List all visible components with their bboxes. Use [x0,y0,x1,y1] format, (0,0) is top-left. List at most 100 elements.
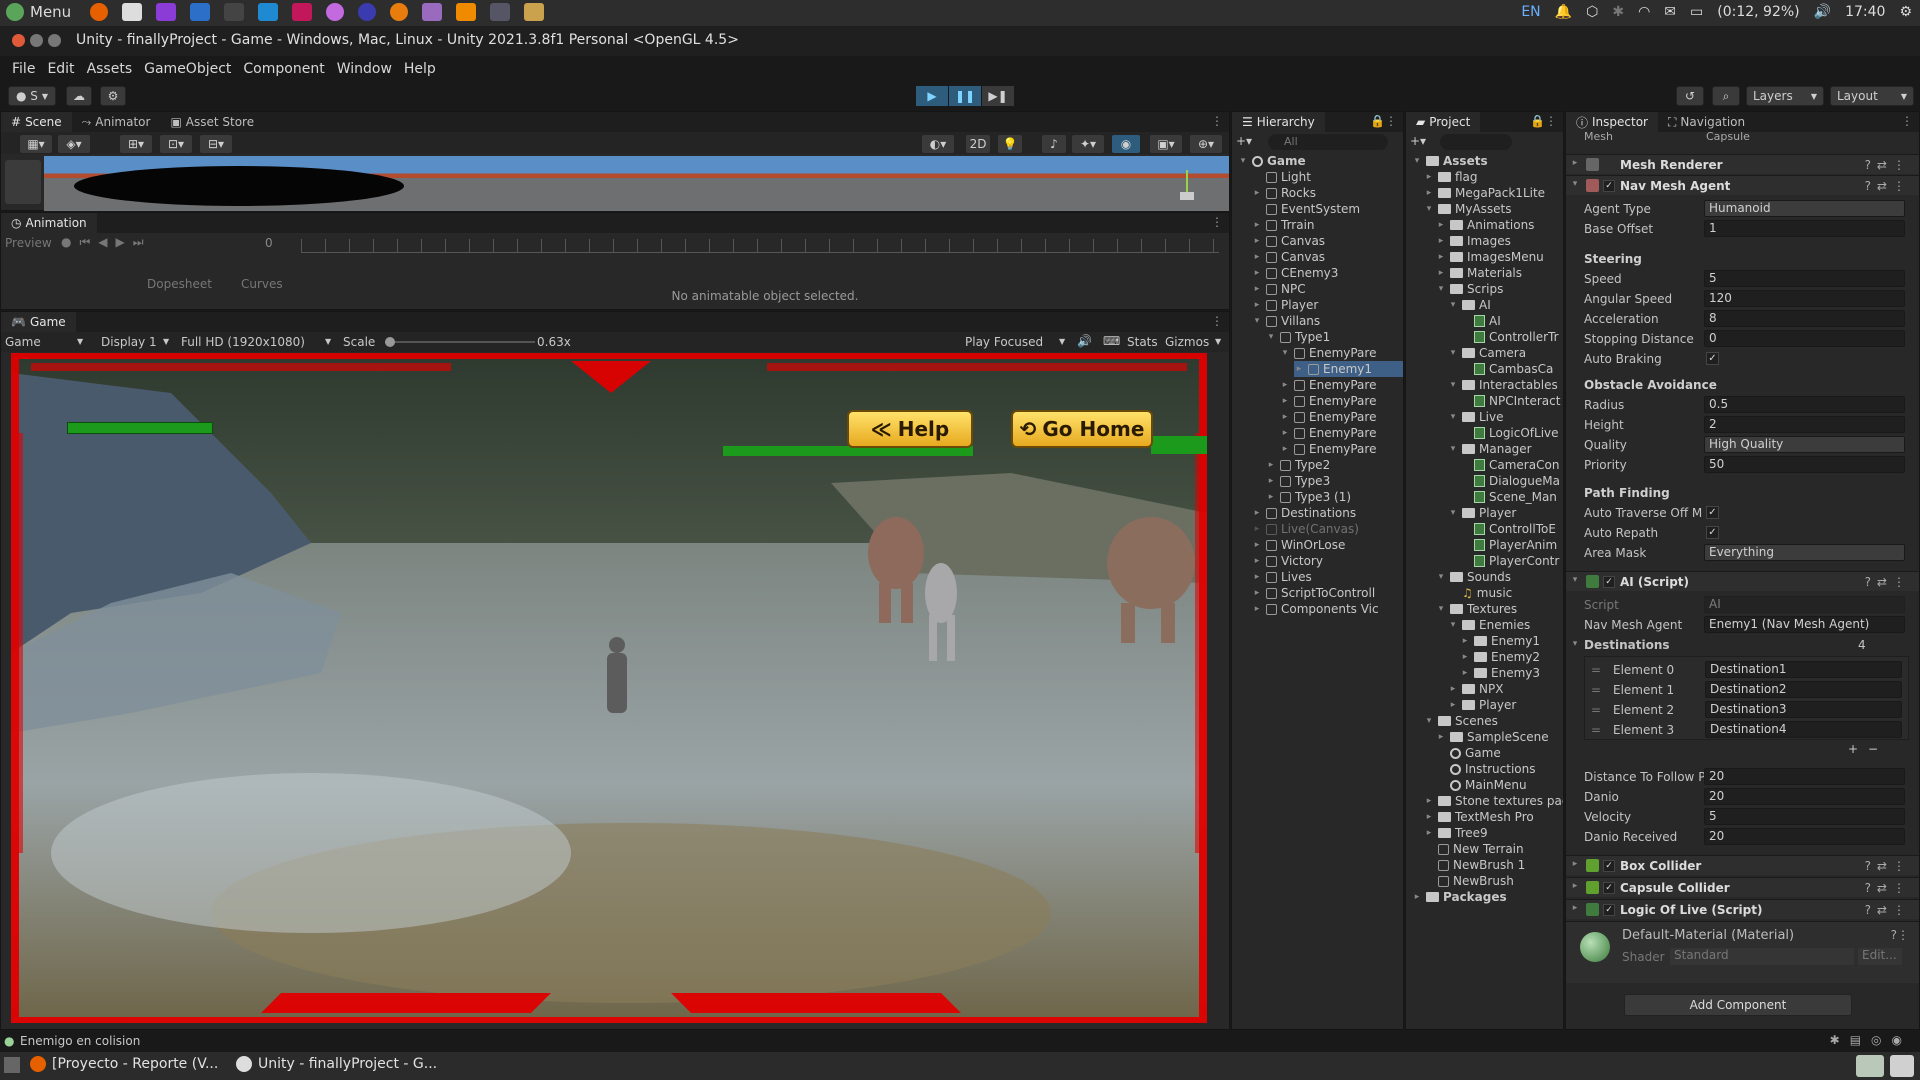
audio-icon[interactable]: ♪ [1041,134,1067,154]
menu-assets[interactable]: Assets [81,61,139,77]
project-folder-item[interactable]: ▸ Enemy2 [1460,649,1540,665]
hierarchy-item[interactable]: ▸ Type3 [1266,473,1330,489]
expand-arrow-icon[interactable]: ▸ [1252,508,1262,518]
frame-field[interactable]: 0 [265,236,273,250]
hierarchy-item[interactable]: EventSystem [1252,201,1360,217]
menu-edit[interactable]: Edit [41,61,80,77]
hierarchy-item[interactable]: ▸ Destinations [1252,505,1356,521]
hierarchy-item[interactable]: ▸ WinOrLose [1252,537,1346,553]
unity-hub-icon[interactable] [122,3,142,21]
panel-menu-icon[interactable]: ⋮ [1385,114,1397,128]
project-asset-item[interactable]: PlayerContr [1460,553,1559,569]
auto-repath-checkbox[interactable]: ✓ [1706,526,1719,539]
mesh-renderer-header[interactable]: ▸ Mesh Renderer ?⇄⋮ [1566,154,1919,174]
nav-agent-field[interactable]: Enemy1 (Nav Mesh Agent) [1704,616,1905,633]
project-folder-item[interactable]: ▸ Packages [1412,889,1507,905]
collapse-arrow-icon[interactable]: ▾ [1448,508,1458,518]
danio-received-field[interactable]: 20 [1704,828,1905,845]
auto-traverse-checkbox[interactable]: ✓ [1706,506,1719,519]
menu-gameobject[interactable]: GameObject [138,61,237,77]
status-message[interactable]: Enemigo en colision [20,1034,140,1048]
battery-icon[interactable]: ▭ [1690,4,1703,20]
history-icon[interactable]: ↺ [1676,86,1704,106]
display-icon[interactable] [524,3,544,21]
go-home-button[interactable]: ⟲ Go Home [1011,410,1153,448]
rider-icon[interactable] [292,3,312,21]
project-asset-item[interactable]: ♫ music [1448,585,1512,601]
light-bulb-icon[interactable]: 💡 [997,134,1023,154]
project-folder-item[interactable]: ▸ flag [1424,169,1478,185]
settings-gear-icon[interactable]: ⚙ [1899,4,1912,20]
project-folder-item[interactable]: ▸ Enemy1 [1460,633,1540,649]
unity-tray-icon[interactable]: ⬡ [1586,4,1598,20]
hierarchy-item[interactable]: ▸ Type3 (1) [1266,489,1351,505]
collapse-arrow-icon[interactable]: ▾ [1252,316,1262,326]
collapse-arrow-icon[interactable]: ▾ [1424,716,1434,726]
hand-tool-icon[interactable] [5,160,41,204]
hierarchy-scene-root[interactable]: ▾ Game [1238,153,1306,169]
project-asset-item[interactable]: LogicOfLive [1460,425,1559,441]
effects-dropdown[interactable]: ✦▾ [1071,134,1105,154]
enable-checkbox[interactable]: ✓ [1603,882,1615,894]
collapse-arrow-icon[interactable]: ▾ [1448,300,1458,310]
project-asset-item[interactable]: DialogueMa [1460,473,1560,489]
hierarchy-item[interactable]: ▸ Live(Canvas) [1252,521,1359,537]
hierarchy-item[interactable]: ▸ Enemy1 [1294,361,1403,377]
project-asset-item[interactable]: Scene_Man [1460,489,1557,505]
collapse-arrow-icon[interactable]: ▾ [1448,412,1458,422]
project-folder-item[interactable]: ▾ Camera [1448,345,1526,361]
hierarchy-item[interactable]: ▸ Canvas [1252,233,1325,249]
panel-menu-icon[interactable]: ⋮ [1545,114,1557,128]
project-asset-item[interactable]: MainMenu [1436,777,1527,793]
component-tools-icon[interactable]: ?⇄⋮ [1865,575,1911,589]
expand-arrow-icon[interactable]: ▸ [1460,652,1470,662]
expand-arrow-icon[interactable]: ▸ [1252,556,1262,566]
project-asset-item[interactable]: AI [1460,313,1501,329]
expand-arrow-icon[interactable]: ▸ [1424,812,1434,822]
menu-window[interactable]: Window [331,61,398,77]
hierarchy-item[interactable]: ▸ ScriptToControll [1252,585,1375,601]
toggle-2d-button[interactable]: 2D [965,134,991,154]
project-folder-item[interactable]: ▸ MegaPack1Lite [1424,185,1545,201]
expand-arrow-icon[interactable]: ▸ [1252,524,1262,534]
element-field[interactable]: Destination4 [1705,721,1902,738]
collapse-arrow-icon[interactable]: ▾ [1280,348,1290,358]
app-icon[interactable] [326,3,344,21]
enable-checkbox[interactable]: ✓ [1603,904,1615,916]
eclipse-icon[interactable] [358,3,376,21]
play-focused-dropdown[interactable]: Play Focused ▼ [965,335,1065,349]
enable-checkbox[interactable]: ✓ [1603,576,1615,588]
box-collider-header[interactable]: ▸ ✓ Box Collider ?⇄⋮ [1566,855,1919,875]
shortcuts-icon[interactable]: ⌨ [1103,334,1120,348]
hierarchy-item[interactable]: ▸ Components Vic [1252,601,1379,617]
project-folder-item[interactable]: ▾ Scenes [1424,713,1498,729]
agent-type-dropdown[interactable]: Humanoid [1704,200,1905,217]
enable-checkbox[interactable]: ✓ [1603,860,1615,872]
element-field[interactable]: Destination1 [1705,661,1902,678]
scene-visibility-icon[interactable]: ◉ [1111,134,1141,154]
project-folder-item[interactable]: ▾ Textures [1436,601,1517,617]
camera-dropdown[interactable]: ▣▾ [1149,134,1183,154]
expand-arrow-icon[interactable]: ▸ [1424,172,1434,182]
hierarchy-item[interactable]: ▸ EnemyPare [1280,425,1377,441]
tab-project[interactable]: ▰ Project [1406,112,1481,132]
menu-component[interactable]: Component [237,61,330,77]
expand-arrow-icon[interactable]: ▸ [1252,236,1262,246]
stats-button[interactable]: Stats [1127,335,1158,349]
expand-arrow-icon[interactable]: ▸ [1252,588,1262,598]
project-asset-item[interactable]: New Terrain [1424,841,1524,857]
step-button[interactable]: ▶❚ [982,86,1014,106]
component-tools-icon[interactable]: ?⇄⋮ [1865,158,1911,172]
workspace-switcher-icon[interactable] [1890,1055,1914,1077]
expand-arrow-icon[interactable]: ▸ [1460,636,1470,646]
project-folder-item[interactable]: ▸ Images [1436,233,1511,249]
lock-icon[interactable]: 🔒 [1370,114,1385,128]
expand-arrow-icon[interactable]: ▸ [1436,220,1446,230]
expand-arrow-icon[interactable]: ▸ [1460,668,1470,678]
project-folder-item[interactable]: ▾ Enemies [1448,617,1531,633]
project-asset-item[interactable]: Instructions [1436,761,1535,777]
danio-field[interactable]: 20 [1704,788,1905,805]
component-tools-icon[interactable]: ?⇄⋮ [1865,179,1911,193]
ai-script-header[interactable]: ▾ ✓ AI (Script) ?⇄⋮ [1566,571,1919,591]
project-asset-item[interactable]: CameraCon [1460,457,1559,473]
